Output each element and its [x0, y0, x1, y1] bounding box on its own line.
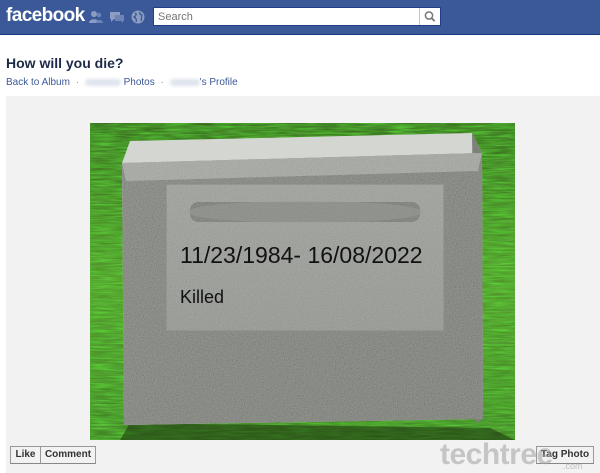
back-to-album-link[interactable]: Back to Album: [6, 77, 70, 88]
like-button[interactable]: Like: [10, 446, 41, 464]
facebook-logo[interactable]: facebook: [6, 5, 85, 27]
tombstone-image: [90, 123, 515, 440]
user-photos-link[interactable]: Photos: [84, 77, 155, 88]
photos-label: Photos: [123, 77, 155, 88]
comment-button[interactable]: Comment: [40, 446, 96, 464]
user-profile-link[interactable]: 's Profile: [169, 77, 238, 88]
death-dates-text: 11/23/1984- 16/08/2022: [180, 242, 423, 268]
blurred-username: [84, 78, 121, 86]
search-input[interactable]: [154, 8, 420, 25]
techtree-watermark-domain: .com: [563, 461, 583, 471]
search-box: [153, 7, 441, 26]
top-bar: facebook: [0, 0, 600, 35]
breadcrumb: Back to Album · Photos · 's Profile: [6, 77, 238, 88]
profile-label: 's Profile: [199, 77, 238, 88]
notifications-globe-icon[interactable]: [130, 9, 146, 25]
techtree-watermark: techtree: [440, 438, 553, 471]
messages-icon[interactable]: [109, 9, 125, 25]
breadcrumb-separator: ·: [160, 77, 164, 88]
search-icon: [424, 11, 436, 22]
friend-requests-icon[interactable]: [88, 9, 104, 25]
page-title: How will you die?: [6, 55, 124, 71]
blurred-username: [169, 78, 200, 86]
tombstone-photo[interactable]: 11/23/1984- 16/08/2022 Killed: [90, 123, 515, 440]
breadcrumb-separator: ·: [75, 77, 80, 88]
search-button[interactable]: [419, 8, 440, 25]
cause-of-death-text: Killed: [180, 287, 225, 307]
